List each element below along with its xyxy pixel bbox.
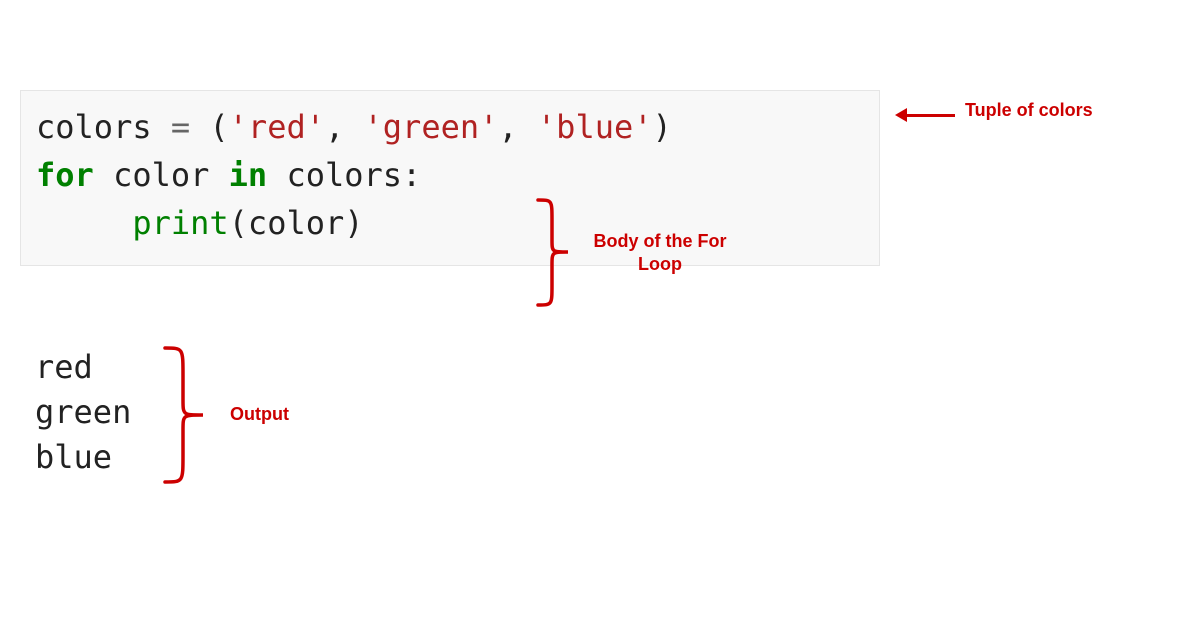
code-line-3: for color in colors: <box>36 151 864 199</box>
brace-icon <box>530 195 580 310</box>
code-token: print <box>132 204 228 242</box>
code-token: colors <box>286 156 402 194</box>
code-token: color <box>248 204 344 242</box>
code-token: ( <box>190 108 229 146</box>
code-block: colors = ('red', 'green', 'blue') for co… <box>20 90 880 266</box>
output-line: red <box>35 345 131 390</box>
code-token: : <box>402 156 421 194</box>
code-token: colors <box>36 108 152 146</box>
code-token: in <box>229 156 268 194</box>
code-token: ) <box>344 204 363 242</box>
annotation-body: Body of the For Loop <box>580 230 740 277</box>
code-token: color <box>113 156 209 194</box>
code-token: for <box>36 156 94 194</box>
code-token <box>209 156 228 194</box>
output-block: red green blue <box>35 345 131 479</box>
annotation-output: Output <box>230 404 289 425</box>
output-line: blue <box>35 435 131 480</box>
code-token <box>36 204 132 242</box>
code-token: , <box>498 108 537 146</box>
annotation-tuple: Tuple of colors <box>965 100 1093 121</box>
code-token <box>94 156 113 194</box>
brace-icon <box>155 340 215 490</box>
code-token: , <box>325 108 364 146</box>
output-line: green <box>35 390 131 435</box>
code-token: 'blue' <box>537 108 653 146</box>
code-token: ( <box>229 204 248 242</box>
code-token <box>267 156 286 194</box>
code-token: 'red' <box>229 108 325 146</box>
code-token: 'green' <box>364 108 499 146</box>
code-line-1: colors = ('red', 'green', 'blue') <box>36 103 864 151</box>
code-token <box>152 108 171 146</box>
arrow-icon <box>895 108 955 122</box>
code-token: ) <box>653 108 672 146</box>
code-token: = <box>171 108 190 146</box>
